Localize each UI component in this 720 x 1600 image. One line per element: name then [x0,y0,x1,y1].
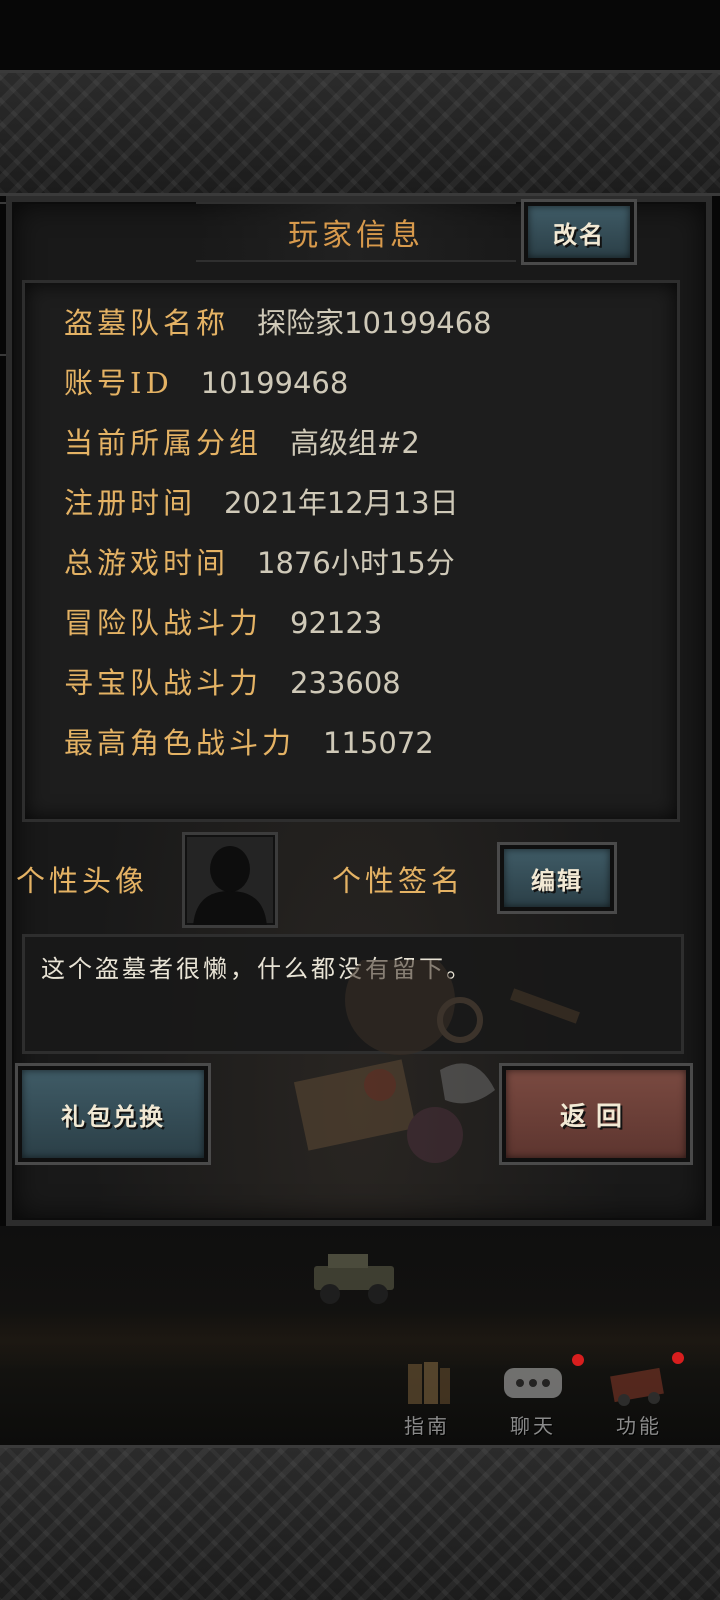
info-row-group: 当前所属分组 高级组#2 [64,420,420,462]
avatar-silhouette-icon [193,846,267,925]
info-row-treasure-power: 寻宝队战斗力 233608 [64,660,401,702]
info-label: 账号ID [64,366,173,400]
info-label: 寻宝队战斗力 [64,666,263,700]
info-value: 233608 [290,666,401,700]
bottom-decorative-border [0,1445,720,1600]
info-label: 盗墓队名称 [64,306,230,340]
info-row-team-name: 盗墓队名称 探险家10199468 [64,300,492,342]
info-row-adventure-power: 冒险队战斗力 92123 [64,600,382,642]
nav-function[interactable]: 功能 [594,1352,684,1438]
info-value: 10199468 [200,366,349,400]
info-label: 最高角色战斗力 [64,726,296,760]
info-value: 探险家10199468 [257,306,492,340]
info-label: 冒险队战斗力 [64,606,263,640]
info-value: 1876小时15分 [257,546,455,580]
info-value: 2021年12月13日 [224,486,459,520]
edit-signature-button[interactable]: 编辑 [500,845,614,911]
info-label: 注册时间 [64,486,197,520]
info-row-account-id: 账号ID 10199468 [64,360,348,402]
info-value: 92123 [290,606,383,640]
info-row-top-character-power: 最高角色战斗力 115072 [64,720,434,762]
info-value: 高级组#2 [290,426,420,460]
info-value: 115072 [323,726,434,760]
info-row-play-time: 总游戏时间 1876小时15分 [64,540,455,582]
nav-guide[interactable]: 指南 [382,1360,472,1438]
back-button[interactable]: 返回 [502,1066,690,1162]
nav-chat[interactable]: 聊天 [488,1354,584,1438]
top-decorative-border [0,70,720,196]
chat-notification-badge [572,1354,584,1366]
chat-icon [498,1360,568,1408]
function-notification-badge [672,1352,684,1364]
info-row-register-time: 注册时间 2021年12月13日 [64,480,459,522]
game-screen: 玩家信息 改名 盗墓队名称 探险家10199468 账号ID 10199468 当前… [0,0,720,1600]
gift-redeem-button[interactable]: 礼包兑换 [18,1066,208,1162]
nav-label: 聊天 [510,1414,556,1438]
avatar-label: 个性头像 [16,864,149,898]
jeep-icon [314,1254,394,1304]
book-icon [392,1360,462,1408]
dialog-title: 玩家信息 [288,218,424,253]
nav-label: 指南 [404,1414,450,1438]
rename-button[interactable]: 改名 [524,202,634,262]
info-label: 总游戏时间 [64,546,230,580]
info-label: 当前所属分组 [64,426,263,460]
signature-label: 个性签名 [332,864,465,898]
cart-icon [604,1360,674,1408]
title-banner: 玩家信息 [196,202,516,262]
nav-label: 功能 [616,1414,662,1438]
avatar[interactable] [182,832,278,928]
